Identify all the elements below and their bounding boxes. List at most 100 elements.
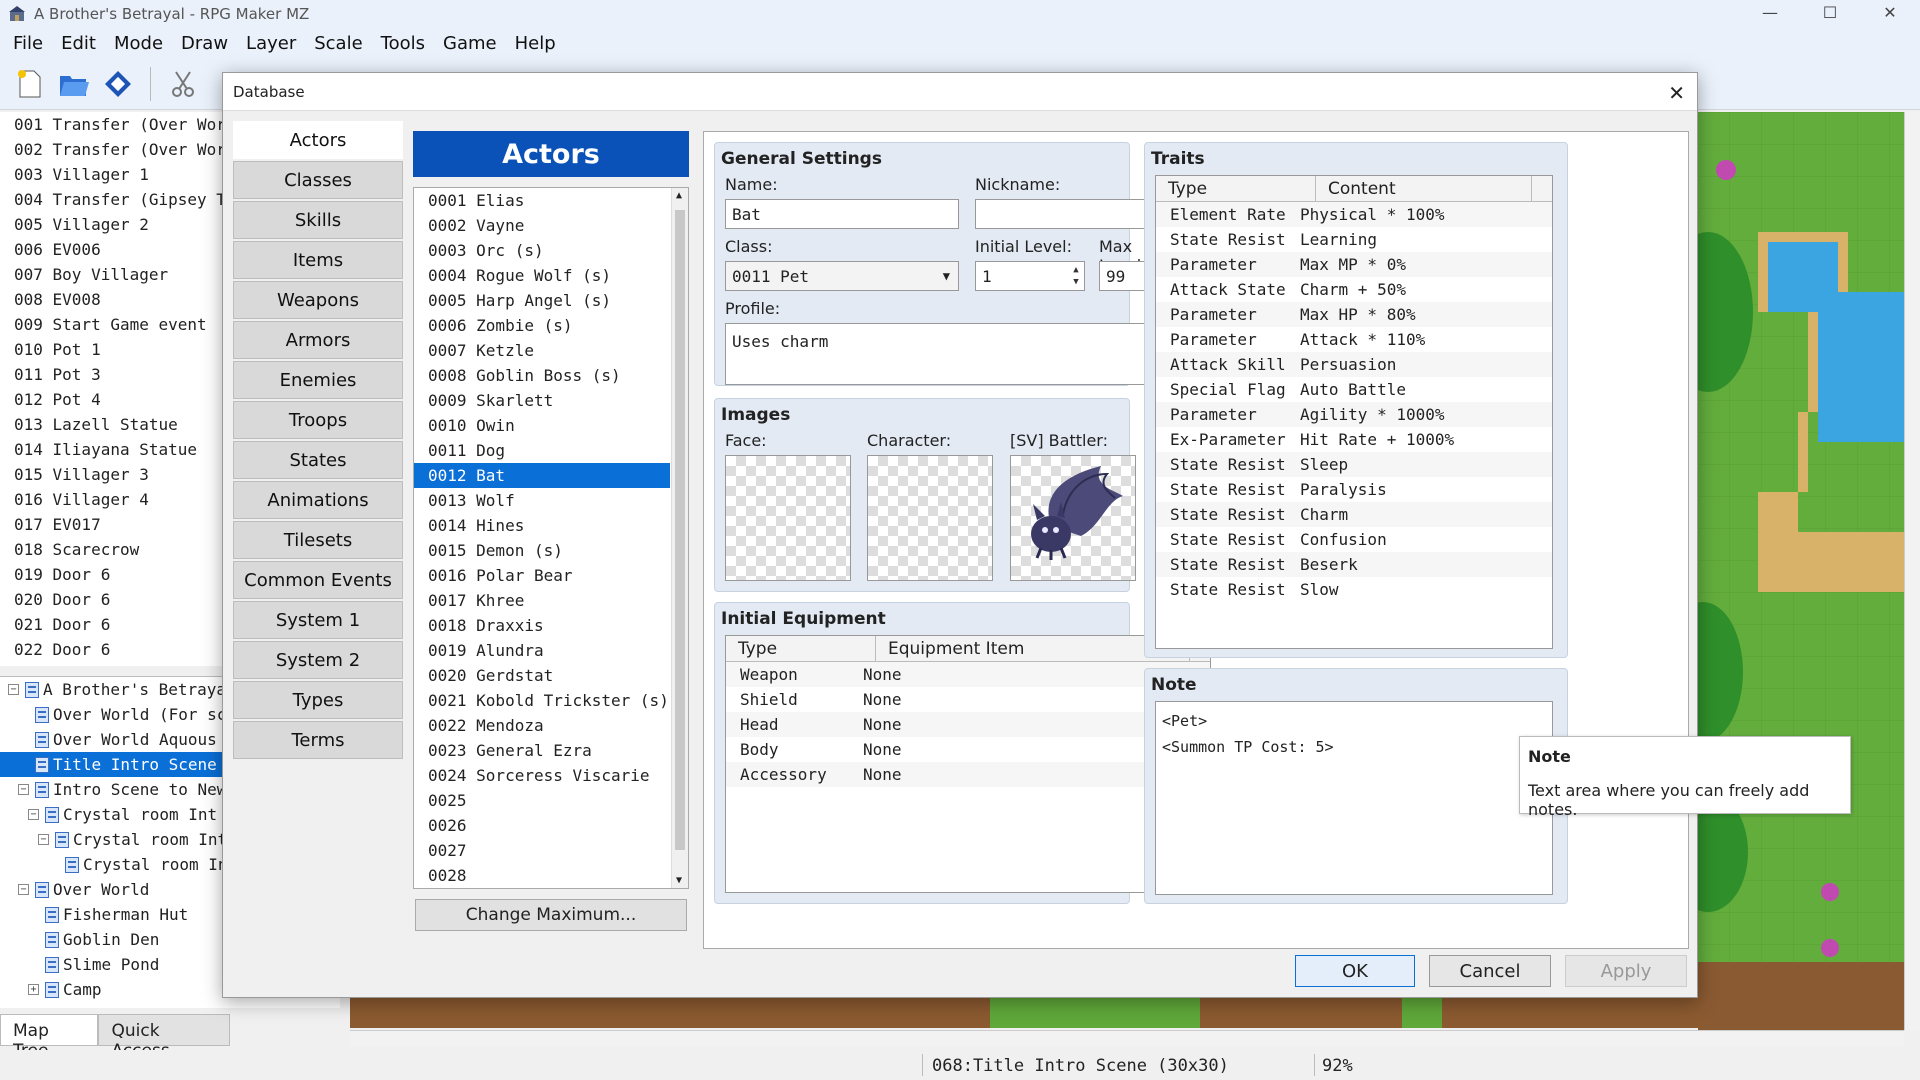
trait-row[interactable]: State Resist Paralysis <box>1156 477 1552 502</box>
tab-actors[interactable]: Actors <box>233 121 403 159</box>
actor-list-item[interactable]: 0019 Alundra <box>414 638 670 663</box>
actor-list-item[interactable]: 0016 Polar Bear <box>414 563 670 588</box>
trait-row[interactable]: Parameter Attack * 110% <box>1156 327 1552 352</box>
column-type[interactable]: Type <box>726 636 876 661</box>
spinner-arrows-icon[interactable]: ▲▼ <box>1070 264 1082 288</box>
menu-draw[interactable]: Draw <box>172 33 237 54</box>
tab-skills[interactable]: Skills <box>233 201 403 239</box>
actor-list-item[interactable]: 0002 Vayne <box>414 213 670 238</box>
trait-row[interactable]: State Resist Beserk <box>1156 552 1552 577</box>
collapse-icon[interactable]: − <box>18 884 29 895</box>
collapse-icon[interactable]: − <box>18 784 29 795</box>
actor-list-item[interactable]: 0026 <box>414 813 670 838</box>
event-row[interactable]: 020 Door 6 <box>0 587 222 612</box>
event-row[interactable]: 012 Pot 4 <box>0 387 222 412</box>
equipment-row[interactable]: Accessory None <box>726 762 1210 787</box>
change-maximum-button[interactable]: Change Maximum... <box>415 899 687 931</box>
trait-row[interactable]: Parameter Max MP * 0% <box>1156 252 1552 277</box>
event-row[interactable]: 014 Iliayana Statue <box>0 437 222 462</box>
equipment-row[interactable]: Weapon None <box>726 662 1210 687</box>
name-field[interactable]: Bat <box>725 199 959 229</box>
actor-list-item[interactable]: 0008 Goblin Boss (s) <box>414 363 670 388</box>
open-project-icon[interactable] <box>56 66 92 102</box>
trait-row[interactable]: Ex-Parameter Hit Rate + 1000% <box>1156 427 1552 452</box>
vertical-scrollbar[interactable] <box>1904 112 1920 1030</box>
tab-map-tree[interactable]: Map Tree <box>0 1014 99 1061</box>
trait-row[interactable]: Parameter Agility * 1000% <box>1156 402 1552 427</box>
expand-icon[interactable]: + <box>28 984 39 995</box>
menu-game[interactable]: Game <box>434 33 506 54</box>
tab-weapons[interactable]: Weapons <box>233 281 403 319</box>
equipment-row[interactable]: Shield None <box>726 687 1210 712</box>
actor-list-item[interactable]: 0028 <box>414 863 670 888</box>
new-project-icon[interactable] <box>12 66 48 102</box>
actor-list-item[interactable]: 0010 Owin <box>414 413 670 438</box>
profile-textarea[interactable]: Uses charm <box>725 323 1209 385</box>
actor-list-item[interactable]: 0021 Kobold Trickster (s) <box>414 688 670 713</box>
tab-terms[interactable]: Terms <box>233 721 403 759</box>
trait-row[interactable]: State Resist Confusion <box>1156 527 1552 552</box>
character-image-slot[interactable] <box>867 455 993 581</box>
ok-button[interactable]: OK <box>1295 955 1415 987</box>
actor-list-item[interactable]: 0006 Zombie (s) <box>414 313 670 338</box>
actor-list-item[interactable]: 0007 Ketzle <box>414 338 670 363</box>
scroll-thumb[interactable] <box>675 210 685 850</box>
menu-scale[interactable]: Scale <box>305 33 371 54</box>
actor-list-item[interactable]: 0020 Gerdstat <box>414 663 670 688</box>
tab-enemies[interactable]: Enemies <box>233 361 403 399</box>
battler-image-slot[interactable] <box>1010 455 1136 581</box>
actor-list-item[interactable]: 0013 Wolf <box>414 488 670 513</box>
actor-list-item[interactable]: 0024 Sorceress Viscarie <box>414 763 670 788</box>
collapse-icon[interactable]: − <box>38 834 49 845</box>
event-row[interactable]: 002 Transfer (Over Worl <box>0 137 222 162</box>
event-row[interactable]: 021 Door 6 <box>0 612 222 637</box>
menu-edit[interactable]: Edit <box>52 33 105 54</box>
trait-row[interactable]: Parameter Max HP * 80% <box>1156 302 1552 327</box>
event-row[interactable]: 007 Boy Villager <box>0 262 222 287</box>
actor-list-item[interactable]: 0003 Orc (s) <box>414 238 670 263</box>
trait-row[interactable]: State Resist Charm <box>1156 502 1552 527</box>
map-canvas[interactable] <box>1698 112 1904 1030</box>
event-row[interactable]: 003 Villager 1 <box>0 162 222 187</box>
event-row[interactable]: 008 EV008 <box>0 287 222 312</box>
tab-states[interactable]: States <box>233 441 403 479</box>
event-row[interactable]: 001 Transfer (Over Worl <box>0 112 222 137</box>
menu-mode[interactable]: Mode <box>105 33 172 54</box>
cancel-button[interactable]: Cancel <box>1429 955 1551 987</box>
close-icon[interactable]: ✕ <box>1668 81 1685 105</box>
event-row[interactable]: 015 Villager 3 <box>0 462 222 487</box>
initial-level-stepper[interactable]: 1 ▲ ▼ <box>975 261 1085 291</box>
tab-quick-access[interactable]: Quick Access <box>98 1014 230 1061</box>
note-textarea[interactable]: <Pet> <Summon TP Cost: 5> <box>1155 701 1553 895</box>
tab-system-1[interactable]: System 1 <box>233 601 403 639</box>
tab-animations[interactable]: Animations <box>233 481 403 519</box>
event-row[interactable]: 010 Pot 1 <box>0 337 222 362</box>
maximize-icon[interactable]: ☐ <box>1800 0 1860 24</box>
actor-list-item[interactable]: 0027 <box>414 838 670 863</box>
actor-list-item[interactable]: 0018 Draxxis <box>414 613 670 638</box>
actor-list-item[interactable]: 0017 Khree <box>414 588 670 613</box>
actor-list-item[interactable]: 0014 Hines <box>414 513 670 538</box>
event-row[interactable]: 004 Transfer (Gipsey Te <box>0 187 222 212</box>
tab-tilesets[interactable]: Tilesets <box>233 521 403 559</box>
event-row[interactable]: 009 Start Game event <box>0 312 222 337</box>
tab-armors[interactable]: Armors <box>233 321 403 359</box>
column-equipment-item[interactable]: Equipment Item <box>876 636 1190 661</box>
collapse-icon[interactable]: − <box>28 809 39 820</box>
collapse-icon[interactable]: − <box>8 684 19 695</box>
actor-list-item[interactable]: 0001 Elias <box>414 188 670 213</box>
actor-list-item[interactable]: 0015 Demon (s) <box>414 538 670 563</box>
menu-help[interactable]: Help <box>506 33 565 54</box>
trait-row[interactable]: Element Rate Physical * 100% <box>1156 202 1552 227</box>
event-row[interactable]: 006 EV006 <box>0 237 222 262</box>
actor-list-item[interactable]: 0025 <box>414 788 670 813</box>
tab-items[interactable]: Items <box>233 241 403 279</box>
tab-classes[interactable]: Classes <box>233 161 403 199</box>
event-row[interactable]: 013 Lazell Statue <box>0 412 222 437</box>
event-row[interactable]: 017 EV017 <box>0 512 222 537</box>
actor-list-item[interactable]: 0004 Rogue Wolf (s) <box>414 263 670 288</box>
actor-list-item[interactable]: 0012 Bat <box>414 463 670 488</box>
minimize-icon[interactable]: — <box>1740 0 1800 24</box>
actor-list-item[interactable]: 0023 General Ezra <box>414 738 670 763</box>
event-row[interactable]: 019 Door 6 <box>0 562 222 587</box>
